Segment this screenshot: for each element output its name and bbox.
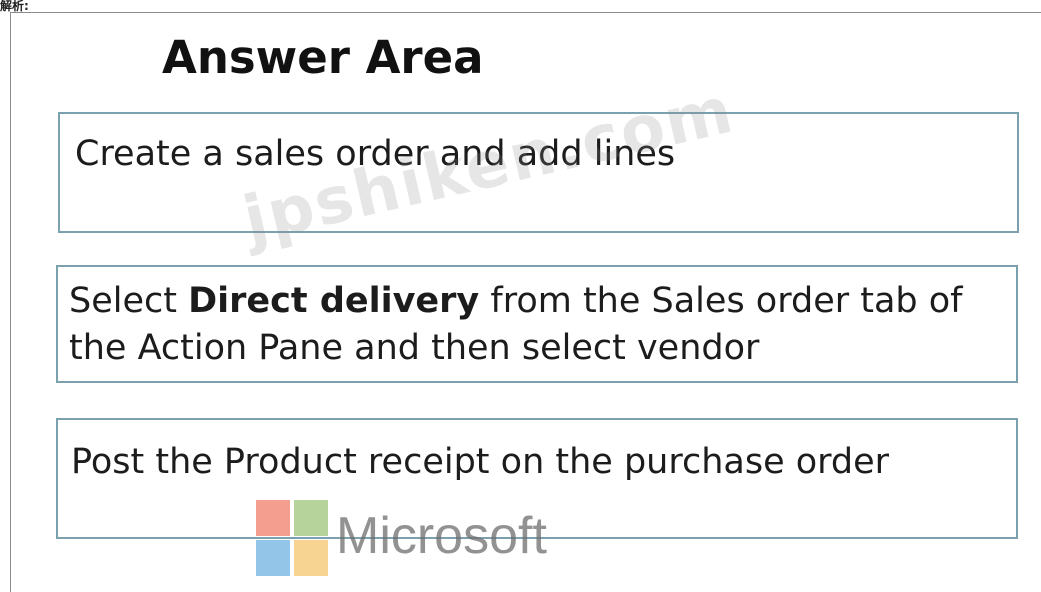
logo-square-green <box>294 500 328 536</box>
answer-text-1: Create a sales order and add lines <box>75 134 676 174</box>
answer-text-2-prefix: Select <box>69 281 189 321</box>
logo-square-yellow <box>294 540 328 576</box>
answer-text-2: Select Direct delivery from the Sales or… <box>69 278 1016 372</box>
microsoft-logo-icon <box>256 500 328 576</box>
logo-square-blue <box>256 540 290 576</box>
answer-box-1[interactable]: Create a sales order and add lines <box>58 112 1019 233</box>
corner-label: 解析: <box>0 0 29 13</box>
answer-box-2[interactable]: Select Direct delivery from the Sales or… <box>56 265 1018 383</box>
answer-text-2-bold: Direct delivery <box>188 281 480 321</box>
answer-text-3: Post the Product receipt on the purchase… <box>71 442 890 482</box>
logo-square-red <box>256 500 290 536</box>
answer-area-title: Answer Area <box>162 31 484 84</box>
microsoft-logo-text: Microsoft <box>336 507 547 565</box>
